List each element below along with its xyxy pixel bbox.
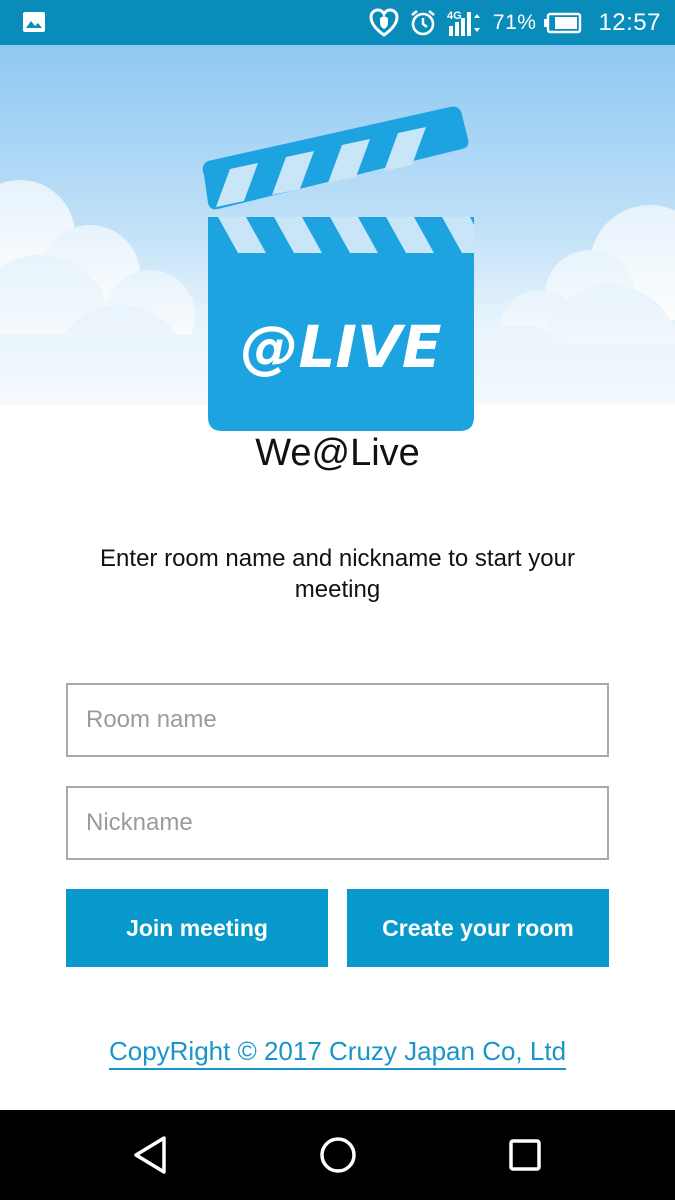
recent-apps-icon[interactable] (502, 1132, 548, 1178)
copyright-container: CopyRight © 2017 Cruzy Japan Co, Ltd (0, 1035, 675, 1070)
home-icon[interactable] (315, 1132, 361, 1178)
status-time: 12:57 (598, 8, 661, 36)
app-screen: 4G 71% 12:57 @LIVE We@Live Enter room na… (0, 0, 675, 1200)
clapper-top-icon (202, 106, 469, 210)
status-bar: 4G 71% 12:57 (0, 0, 675, 45)
join-meeting-button[interactable]: Join meeting (66, 889, 328, 967)
nickname-input[interactable] (66, 786, 609, 860)
instructions-text: Enter room name and nickname to start yo… (100, 545, 575, 603)
gallery-icon (23, 12, 45, 32)
status-icons: 4G 71% 12:57 (359, 0, 661, 45)
navigation-bar (0, 1110, 675, 1200)
room-name-input[interactable] (66, 683, 609, 757)
clapper-board-icon: @LIVE (208, 217, 474, 431)
alarm-icon (411, 9, 435, 35)
copyright-link[interactable]: CopyRight © 2017 Cruzy Japan Co, Ltd (108, 1035, 567, 1070)
signal-icon: 4G (447, 10, 480, 36)
back-icon[interactable] (128, 1132, 174, 1178)
battery-icon (544, 12, 582, 33)
logo-text: @LIVE (240, 313, 441, 381)
battery-percent: 71% (492, 10, 537, 34)
create-room-button[interactable]: Create your room (347, 889, 609, 967)
app-logo: @LIVE (202, 106, 474, 431)
app-name: We@Live (255, 432, 420, 474)
heart-shield-icon (369, 7, 399, 37)
network-type: 4G (447, 10, 462, 22)
